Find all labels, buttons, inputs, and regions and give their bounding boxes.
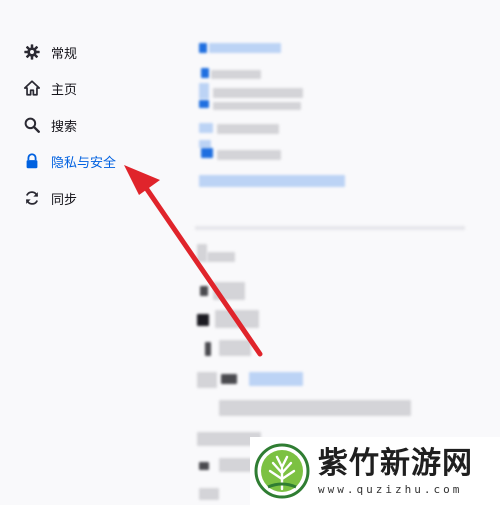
blurred-text bbox=[209, 43, 281, 53]
search-icon bbox=[22, 115, 42, 135]
blurred-bullet bbox=[199, 123, 213, 133]
watermark-url: www.quzizhu.com bbox=[318, 482, 463, 496]
tree-logo-icon bbox=[254, 443, 310, 499]
sidebar-item-search[interactable]: 搜索 bbox=[22, 113, 77, 137]
blurred-text bbox=[207, 252, 235, 262]
blurred-text bbox=[215, 310, 259, 328]
blurred-bullet bbox=[199, 83, 209, 99]
blurred-link bbox=[249, 372, 303, 386]
blurred-text bbox=[213, 102, 301, 110]
blurred-text bbox=[197, 244, 207, 262]
blurred-text bbox=[219, 340, 251, 356]
blurred-link bbox=[199, 175, 345, 187]
sidebar-item-home[interactable]: 主页 bbox=[22, 76, 77, 100]
blurred-bullet bbox=[199, 100, 209, 108]
blurred-settings-content bbox=[195, 0, 500, 505]
settings-sidebar: 常规 主页 搜索 隐私与安全 同步 bbox=[0, 0, 190, 505]
sidebar-item-label: 隐私与安全 bbox=[51, 155, 117, 171]
blurred-checkbox bbox=[205, 342, 211, 356]
sidebar-item-label: 主页 bbox=[51, 82, 78, 98]
blurred-bullet bbox=[199, 140, 211, 148]
sidebar-item-general[interactable]: 常规 bbox=[22, 40, 77, 64]
sidebar-item-label: 搜索 bbox=[51, 119, 78, 135]
sync-icon bbox=[22, 188, 42, 208]
sidebar-item-label: 常规 bbox=[51, 46, 78, 62]
watermark-title: 紫竹新游网 bbox=[318, 445, 473, 481]
sidebar-item-sync[interactable]: 同步 bbox=[22, 186, 77, 210]
site-watermark: 紫竹新游网 www.quzizhu.com bbox=[250, 437, 500, 505]
blurred-checkbox bbox=[199, 462, 209, 470]
gear-icon bbox=[22, 42, 42, 62]
blurred-text bbox=[199, 488, 219, 500]
sidebar-item-privacy-security[interactable]: 隐私与安全 bbox=[22, 149, 116, 173]
blurred-text bbox=[221, 374, 237, 384]
sidebar-item-label: 同步 bbox=[51, 192, 78, 208]
blurred-bullet bbox=[199, 43, 207, 53]
blurred-text bbox=[217, 124, 279, 134]
lock-icon bbox=[22, 151, 42, 171]
blurred-text bbox=[213, 88, 303, 98]
blurred-divider bbox=[195, 226, 465, 230]
blurred-text bbox=[213, 282, 245, 300]
blurred-text bbox=[211, 70, 261, 79]
blurred-text bbox=[197, 372, 217, 388]
blurred-checkbox bbox=[197, 314, 209, 326]
blurred-text bbox=[219, 400, 411, 416]
blurred-checkbox bbox=[200, 286, 208, 296]
blurred-text bbox=[217, 150, 281, 160]
blurred-bullet bbox=[201, 68, 209, 78]
home-icon bbox=[22, 78, 42, 98]
blurred-bullet bbox=[201, 148, 213, 158]
